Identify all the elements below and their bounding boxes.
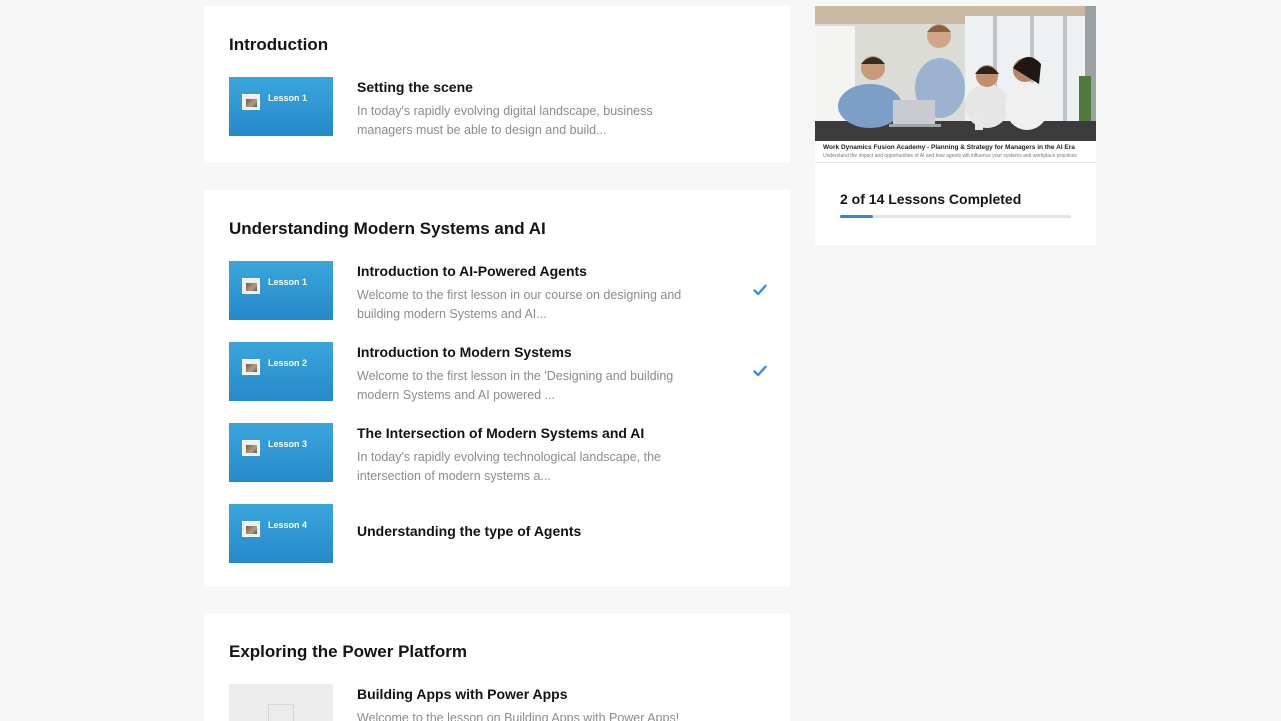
section-understanding-modern-systems: Understanding Modern Systems and AI Less… [204, 190, 790, 587]
lesson-thumbnail[interactable] [229, 684, 333, 721]
thumbnail-label: Lesson 1 [268, 93, 308, 103]
thumbnail-label: Lesson 4 [268, 520, 308, 530]
progress-bar [840, 215, 1071, 218]
thumbnail-label: Lesson 1 [268, 277, 308, 287]
image-icon [242, 94, 260, 110]
section-title: Understanding Modern Systems and AI [229, 219, 546, 238]
lesson-title[interactable]: Understanding the type of Agents [357, 523, 581, 539]
section-title: Introduction [229, 35, 329, 54]
image-placeholder-icon [268, 704, 294, 721]
lesson-description: Welcome to the first lesson in the 'Desi… [357, 369, 674, 402]
course-hero-image[interactable] [815, 6, 1096, 141]
check-icon [753, 284, 767, 296]
lesson-description: Welcome to the first lesson in our cours… [357, 288, 682, 321]
check-icon [753, 365, 767, 377]
progress-bar-fill [840, 215, 874, 218]
thumbnail-label: Lesson 2 [268, 358, 308, 368]
lesson-title[interactable]: Introduction to AI-Powered Agents [357, 263, 587, 279]
lesson-thumbnail[interactable]: Lesson 1 [229, 261, 333, 320]
lesson-title[interactable]: The Intersection of Modern Systems and A… [357, 425, 644, 441]
course-caption-title: Work Dynamics Fusion Academy - Planning … [823, 144, 1075, 151]
lesson-description: In today's rapidly evolving digital land… [357, 104, 653, 137]
lesson-title[interactable]: Introduction to Modern Systems [357, 344, 572, 360]
lesson-thumbnail[interactable]: Lesson 1 [229, 77, 333, 136]
lesson-description: In today's rapidly evolving technologica… [357, 450, 661, 483]
course-photo [815, 6, 1096, 141]
lesson-thumbnail[interactable]: Lesson 3 [229, 423, 333, 482]
lesson-thumbnail[interactable]: Lesson 2 [229, 342, 333, 401]
section-title: Exploring the Power Platform [229, 642, 468, 661]
thumbnail-label: Lesson 3 [268, 439, 308, 449]
image-icon [242, 278, 260, 294]
course-caption: Work Dynamics Fusion Academy - Planning … [815, 141, 1096, 163]
image-icon [242, 440, 260, 456]
lesson-title[interactable]: Building Apps with Power Apps [357, 686, 568, 702]
course-page: Introduction Lesson 1 Setting the scene … [0, 0, 1281, 721]
lesson-thumbnail[interactable]: Lesson 4 [229, 504, 333, 563]
lesson-item-power-apps[interactable]: Building Apps with Power Apps Welcome to… [229, 684, 779, 721]
section-power-platform: Exploring the Power Platform Building Ap… [204, 613, 790, 721]
lesson-item-setting-the-scene[interactable]: Lesson 1 Setting the scene In today's ra… [229, 77, 779, 137]
section-introduction: Introduction Lesson 1 Setting the scene … [204, 6, 790, 163]
lesson-item-intersection[interactable]: Lesson 3 The Intersection of Modern Syst… [229, 423, 779, 483]
lesson-description: Welcome to the lesson on Building Apps w… [357, 711, 680, 721]
lesson-item-modern-systems[interactable]: Lesson 2 Introduction to Modern Systems … [229, 342, 779, 402]
lesson-title[interactable]: Setting the scene [357, 79, 473, 95]
progress-text: 2 of 14 Lessons Completed [840, 191, 1022, 207]
image-icon [242, 359, 260, 375]
image-icon [242, 521, 260, 537]
lesson-item-types-of-agents[interactable]: Lesson 4 Understanding the type of Agent… [229, 504, 779, 564]
lesson-item-ai-powered-agents[interactable]: Lesson 1 Introduction to AI-Powered Agen… [229, 261, 779, 321]
course-caption-subtitle: Understand the impact and opportunities … [823, 153, 1077, 159]
course-progress-card: Work Dynamics Fusion Academy - Planning … [815, 6, 1096, 245]
